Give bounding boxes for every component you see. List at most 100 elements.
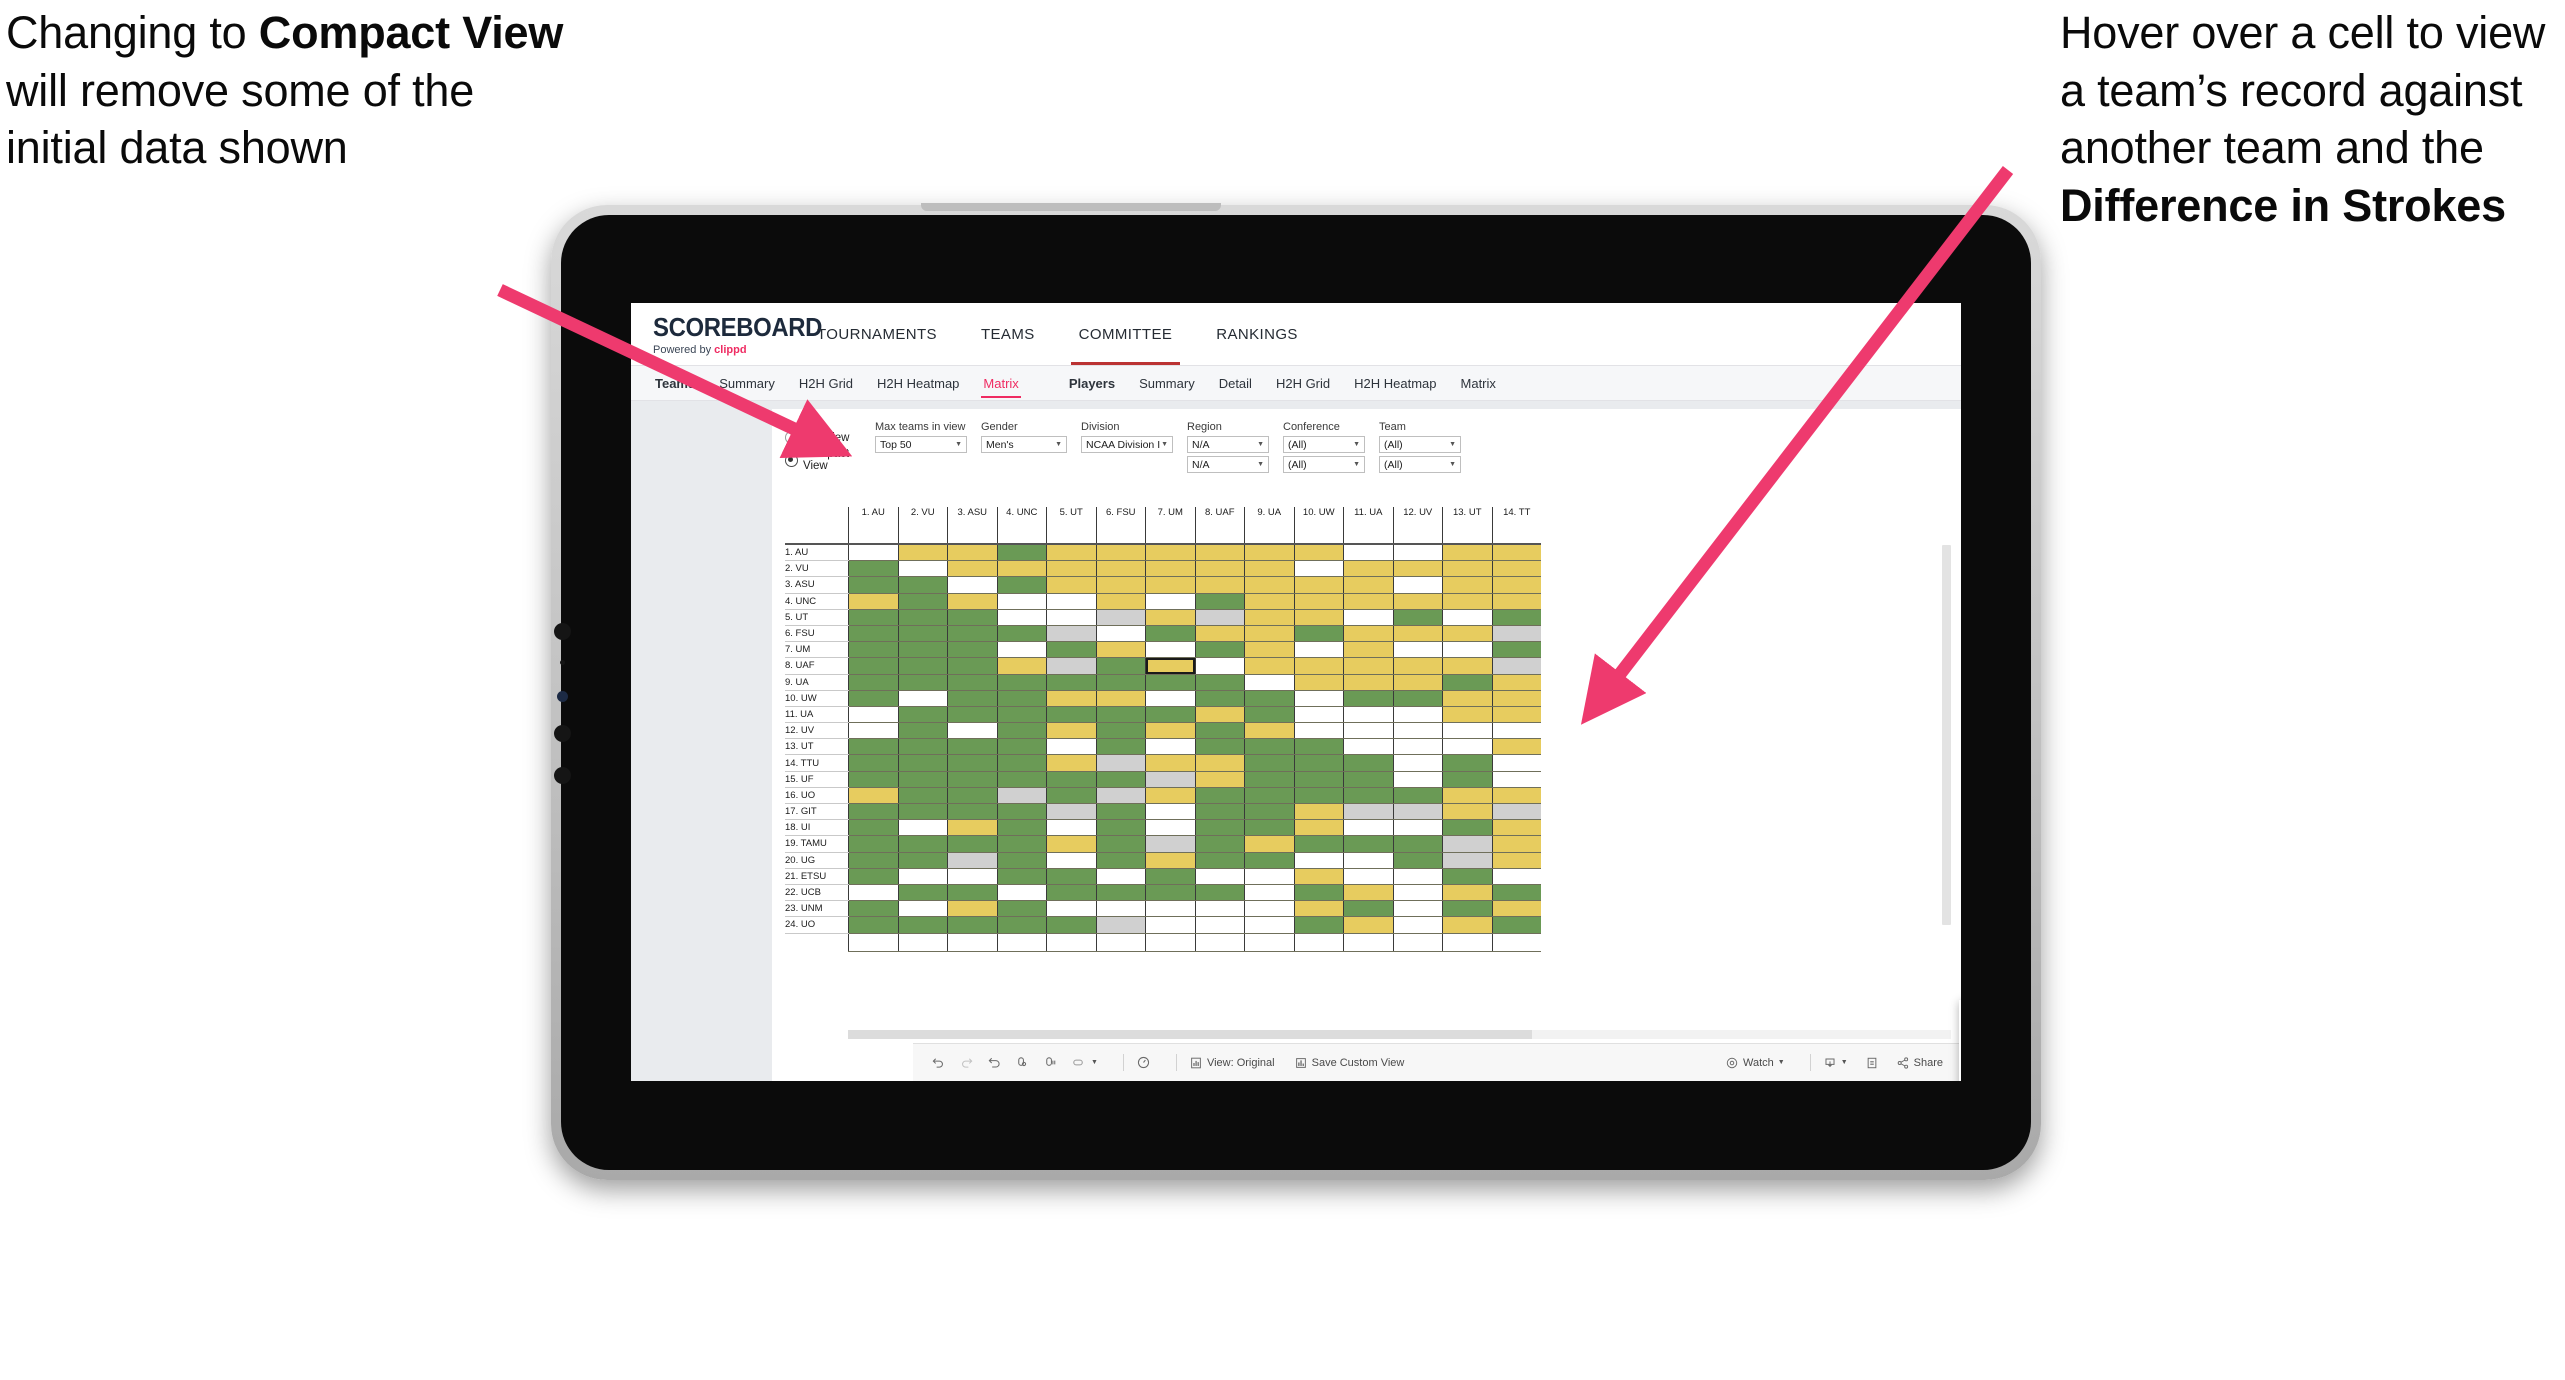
matrix-cell[interactable] <box>1343 722 1393 740</box>
matrix-cell[interactable] <box>848 544 898 562</box>
matrix-row-header[interactable]: 3. ASU <box>785 576 849 594</box>
matrix-cell[interactable] <box>996 609 1047 626</box>
matrix-cell[interactable] <box>1145 900 1195 918</box>
matrix-cell[interactable] <box>1194 593 1245 610</box>
matrix-column-header[interactable]: 9. UA <box>1244 507 1294 545</box>
matrix-cell[interactable] <box>897 560 948 578</box>
matrix-cell[interactable] <box>897 722 948 740</box>
matrix-cell[interactable] <box>1244 884 1294 902</box>
matrix-cell[interactable] <box>1046 641 1096 659</box>
matrix-cell[interactable] <box>1095 674 1146 691</box>
matrix-row-header[interactable]: 23. UNM <box>785 900 849 918</box>
matrix-cell[interactable] <box>1293 803 1344 821</box>
nav-item-rankings[interactable]: RANKINGS <box>1194 303 1320 365</box>
matrix-cell[interactable] <box>1343 787 1393 805</box>
matrix-cell[interactable] <box>1046 657 1096 675</box>
matrix-cell[interactable] <box>848 722 898 740</box>
matrix-column-header[interactable]: 12. UV <box>1392 507 1443 545</box>
matrix-cell[interactable] <box>1442 706 1492 724</box>
matrix-cell[interactable] <box>1343 738 1393 756</box>
matrix-cell[interactable] <box>1194 609 1245 626</box>
matrix-cell[interactable] <box>947 641 997 659</box>
matrix-cell[interactable] <box>1244 916 1294 934</box>
sub-nav-item-h2h-heatmap[interactable]: H2H Heatmap <box>1342 366 1448 401</box>
matrix-cell[interactable] <box>1491 771 1541 788</box>
matrix-cell[interactable] <box>1145 560 1195 578</box>
matrix-cell[interactable] <box>996 674 1047 691</box>
matrix-cell[interactable] <box>897 738 948 756</box>
matrix-cell[interactable] <box>1046 576 1096 594</box>
matrix-cell[interactable] <box>1491 852 1541 869</box>
matrix-cell[interactable] <box>1392 560 1443 578</box>
matrix-cell[interactable] <box>848 803 898 821</box>
matrix-cell[interactable] <box>1293 754 1344 772</box>
matrix-cell[interactable] <box>1145 754 1195 772</box>
matrix-cell[interactable] <box>1491 803 1541 821</box>
matrix-cell[interactable] <box>1491 657 1541 675</box>
matrix-cell[interactable] <box>1244 706 1294 724</box>
matrix-cell[interactable] <box>1194 884 1245 902</box>
matrix-column-header[interactable]: 14. TT <box>1491 507 1541 545</box>
matrix-cell[interactable] <box>1145 625 1195 643</box>
matrix-cell[interactable] <box>1046 544 1096 562</box>
filter-conference-select-1[interactable]: (All) ▼ <box>1283 436 1365 453</box>
matrix-cell[interactable] <box>1194 738 1245 756</box>
matrix-cell[interactable] <box>1145 544 1195 562</box>
matrix-cell[interactable] <box>1046 852 1096 869</box>
matrix-cell[interactable] <box>1046 706 1096 724</box>
matrix-cell[interactable] <box>1095 803 1146 821</box>
matrix-cell[interactable] <box>897 641 948 659</box>
matrix-cell[interactable] <box>996 560 1047 578</box>
matrix-cell[interactable] <box>947 852 997 869</box>
matrix-cell[interactable] <box>947 560 997 578</box>
matrix-cell[interactable] <box>1145 852 1195 869</box>
matrix-cell[interactable] <box>1095 852 1146 869</box>
matrix-cell[interactable] <box>996 835 1047 853</box>
matrix-cell[interactable] <box>1392 787 1443 805</box>
matrix-cell[interactable] <box>1194 706 1245 724</box>
matrix-cell[interactable] <box>897 674 948 691</box>
matrix-cell[interactable] <box>1244 722 1294 740</box>
matrix-row-header[interactable]: 16. UO <box>785 787 849 805</box>
matrix-cell[interactable] <box>1046 835 1096 853</box>
matrix-cell[interactable] <box>996 787 1047 805</box>
matrix-cell[interactable] <box>1491 722 1541 740</box>
matrix-row-header[interactable]: 6. FSU <box>785 625 849 643</box>
matrix-cell[interactable] <box>1293 771 1344 788</box>
matrix-cell[interactable] <box>1343 641 1393 659</box>
matrix-cell[interactable] <box>1046 916 1096 934</box>
matrix-cell[interactable] <box>897 771 948 788</box>
matrix-cell[interactable] <box>1343 690 1393 707</box>
matrix-cell[interactable] <box>1442 884 1492 902</box>
matrix-cell[interactable] <box>1145 835 1195 853</box>
matrix-cell[interactable] <box>1491 738 1541 756</box>
matrix-cell[interactable] <box>1293 560 1344 578</box>
matrix-cell[interactable] <box>1392 722 1443 740</box>
sub-nav-item-summary[interactable]: Summary <box>707 366 787 401</box>
matrix-cell[interactable] <box>1293 641 1344 659</box>
matrix-cell[interactable] <box>1046 690 1096 707</box>
matrix-cell[interactable] <box>1194 674 1245 691</box>
matrix-cell[interactable] <box>1145 593 1195 610</box>
matrix-row-header[interactable]: 10. UW <box>785 690 849 707</box>
matrix-cell[interactable] <box>1442 916 1492 934</box>
matrix-cell[interactable] <box>897 544 948 562</box>
vertical-scrollbar[interactable] <box>1942 545 1951 925</box>
sub-nav-item-teams[interactable]: Teams <box>643 366 707 401</box>
nav-item-teams[interactable]: TEAMS <box>959 303 1057 365</box>
matrix-cell[interactable] <box>947 803 997 821</box>
matrix-cell[interactable] <box>1343 900 1393 918</box>
matrix-cell[interactable] <box>848 657 898 675</box>
matrix-cell[interactable] <box>1442 657 1492 675</box>
matrix-cell[interactable] <box>1244 657 1294 675</box>
matrix-cell[interactable] <box>1442 576 1492 594</box>
matrix-cell[interactable] <box>1442 868 1492 885</box>
matrix-cell[interactable] <box>996 576 1047 594</box>
pause-button[interactable] <box>1043 1055 1058 1070</box>
matrix-cell[interactable] <box>1095 641 1146 659</box>
matrix-cell[interactable] <box>1442 738 1492 756</box>
matrix-column-header[interactable]: 1. AU <box>848 507 898 545</box>
matrix-column-header[interactable]: 7. UM <box>1145 507 1195 545</box>
matrix-cell[interactable] <box>1095 625 1146 643</box>
matrix-cell[interactable] <box>996 625 1047 643</box>
